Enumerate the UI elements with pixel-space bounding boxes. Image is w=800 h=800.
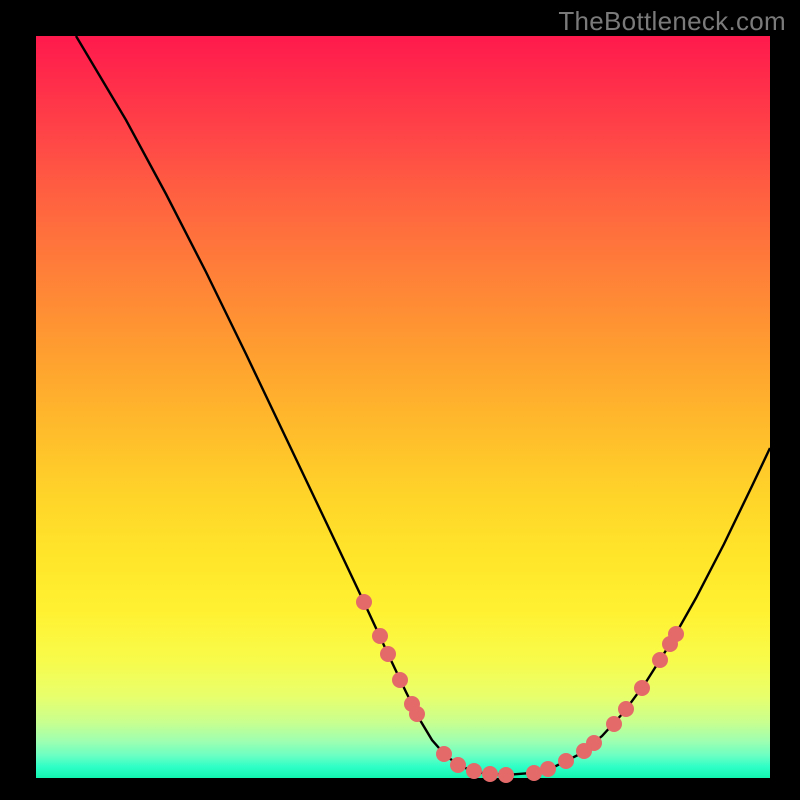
chart-stage: TheBottleneck.com — [0, 0, 800, 800]
gradient-panel — [36, 36, 770, 778]
watermark-text: TheBottleneck.com — [558, 6, 786, 37]
